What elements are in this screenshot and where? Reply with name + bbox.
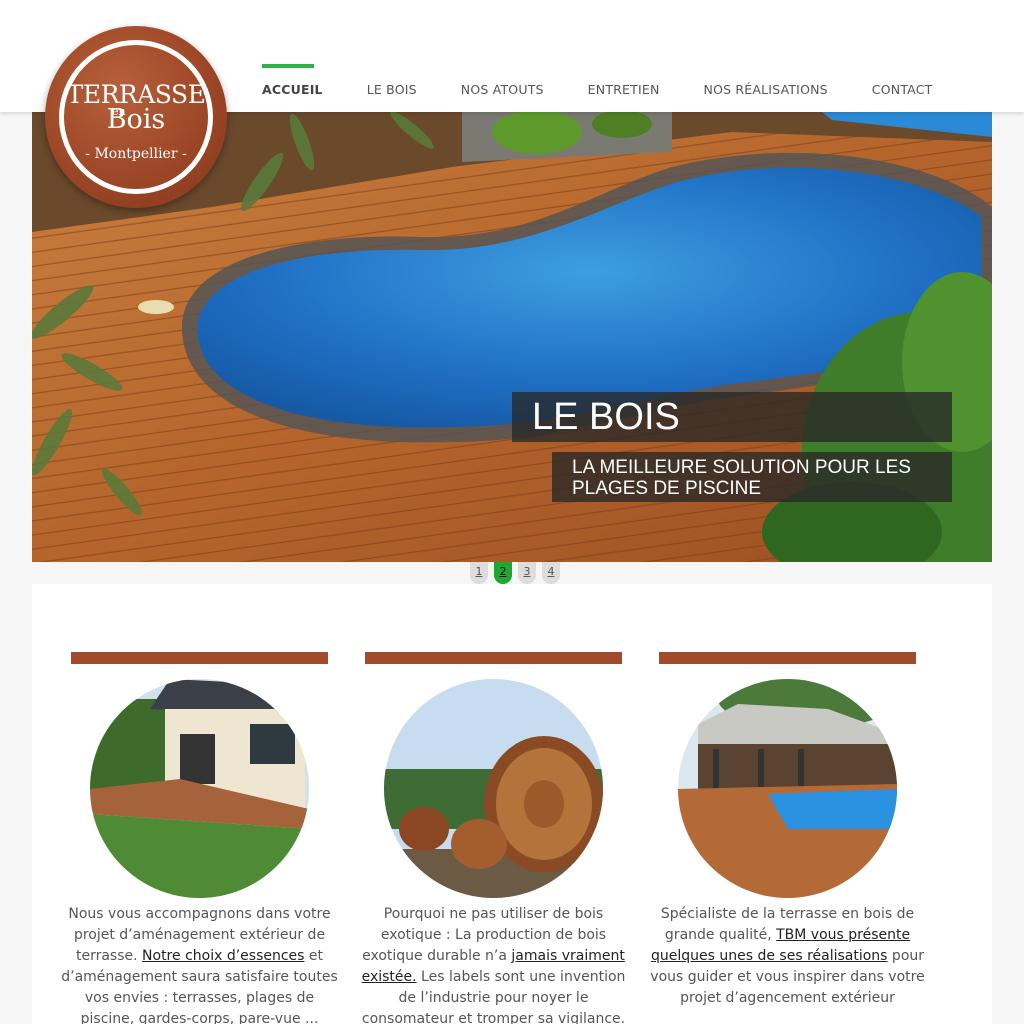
feature-column-1: Nous vous accompagnons dans votre projet… — [61, 652, 338, 1024]
column-text-1: Nous vous accompagnons dans votre projet… — [59, 904, 340, 1024]
pager-2[interactable]: 2 — [494, 562, 512, 584]
slide-title: LE BOIS — [512, 392, 952, 442]
nav-nos-atouts[interactable]: NOS ATOUTS — [461, 64, 544, 97]
column-bar — [365, 652, 622, 664]
feature-column-2: Pourquoi ne pas utiliser de bois exotiqu… — [362, 652, 625, 1024]
nav-contact[interactable]: CONTACT — [872, 64, 933, 97]
logo[interactable]: TERRASSE en Bois - Montpellier - — [45, 26, 227, 208]
pool-deck-image[interactable] — [678, 679, 897, 898]
main-nav: ACCUEIL LE BOIS NOS ATOUTS ENTRETIEN NOS… — [262, 64, 976, 97]
logo-line3: - Montpellier - — [85, 146, 187, 162]
nav-le-bois[interactable]: LE BOIS — [367, 64, 417, 97]
column-text-3: Spécialiste de la terrasse en bois de gr… — [647, 904, 928, 1009]
slide-subtitle: LA MEILLEURE SOLUTION POUR LES PLAGES DE… — [552, 452, 952, 502]
pager-3[interactable]: 3 — [518, 562, 536, 584]
nav-nos-realisations[interactable]: NOS RÉALISATIONS — [704, 64, 828, 97]
column-bar — [71, 652, 328, 664]
nav-accueil[interactable]: ACCUEIL — [262, 64, 323, 97]
pager-1[interactable]: 1 — [470, 562, 488, 584]
column-text-2: Pourquoi ne pas utiliser de bois exotiqu… — [353, 904, 634, 1024]
logo-line2: Bois — [106, 104, 166, 135]
nav-entretien[interactable]: ENTRETIEN — [588, 64, 660, 97]
slider-pager: 1 2 3 4 — [470, 562, 566, 584]
feature-column-3: Spécialiste de la terrasse en bois de gr… — [650, 652, 925, 1006]
link-choix-essences[interactable]: Notre choix d’essences — [142, 948, 304, 964]
pager-4[interactable]: 4 — [542, 562, 560, 584]
logs-image[interactable] — [384, 679, 603, 898]
house-terrace-image[interactable] — [90, 679, 309, 898]
column-bar — [659, 652, 916, 664]
